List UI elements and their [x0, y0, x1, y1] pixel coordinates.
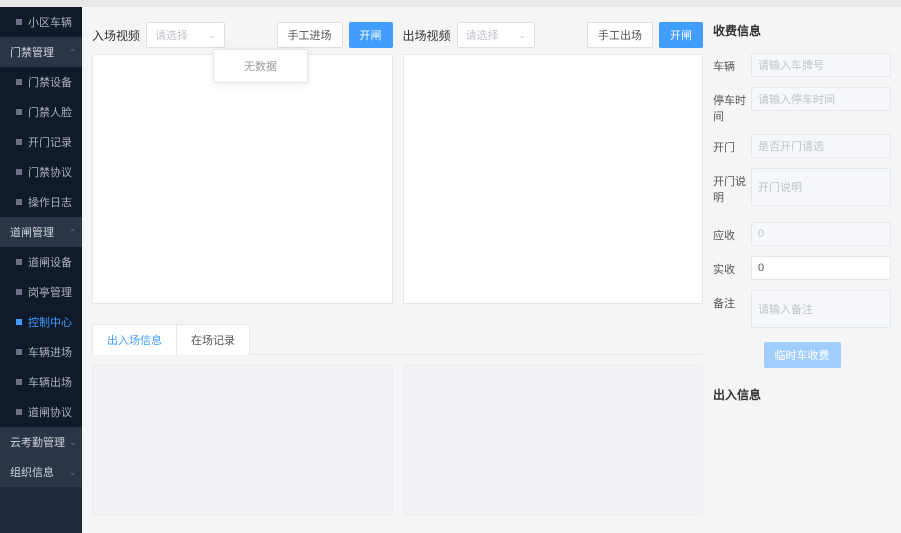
actual-input[interactable]: 0	[751, 256, 891, 280]
sidebar-item-label: 道闸设备	[28, 254, 72, 270]
video-in-box	[92, 54, 393, 304]
chevron-up-icon: ⌃	[69, 228, 76, 237]
sidebar-item-community-car[interactable]: 小区车辆	[0, 7, 82, 37]
video-out-select[interactable]: 请选择 ⌄	[457, 22, 535, 48]
sidebar-item-label: 小区车辆	[28, 14, 72, 30]
sidebar-item-label: 车辆进场	[28, 344, 72, 360]
chevron-down-icon: ⌄	[208, 30, 216, 41]
record-row	[92, 365, 703, 523]
tab-in-out-info[interactable]: 出入场信息	[92, 324, 177, 355]
chevron-down-icon: ⌄	[69, 468, 76, 477]
inout-info-title: 出入信息	[713, 386, 891, 403]
park-time-label: 停车时间	[713, 87, 751, 124]
sidebar-item-gate-device[interactable]: 道闸设备	[0, 247, 82, 277]
actual-label: 实收	[713, 256, 751, 277]
sidebar-item-label: 云考勤管理	[10, 434, 65, 450]
open-note-label: 开门说明	[713, 168, 751, 205]
remark-label: 备注	[713, 290, 751, 311]
sidebar-item-label: 门禁协议	[28, 164, 72, 180]
sidebar-item-op-log[interactable]: 操作日志	[0, 187, 82, 217]
sidebar-item-label: 操作日志	[28, 194, 72, 210]
sidebar-item-gate-protocol[interactable]: 道闸协议	[0, 397, 82, 427]
sidebar-item-label: 门禁人脸	[28, 104, 72, 120]
sidebar-item-cloud-attendance[interactable]: 云考勤管理 ⌄	[0, 427, 82, 457]
sidebar-item-label: 岗亭管理	[28, 284, 72, 300]
tab-present-record[interactable]: 在场记录	[177, 324, 250, 355]
main-content: 入场视频 请选择 ⌄ 手工进场 开闸 出场视频	[82, 7, 901, 533]
manual-in-button[interactable]: 手工进场	[277, 22, 343, 48]
sidebar-item-access-device[interactable]: 门禁设备	[0, 67, 82, 97]
manual-out-button[interactable]: 手工出场	[587, 22, 653, 48]
sidebar-item-control-center[interactable]: 控制中心	[0, 307, 82, 337]
record-in-box	[92, 365, 393, 515]
select-placeholder: 请选择	[466, 27, 499, 43]
sidebar-item-access-face[interactable]: 门禁人脸	[0, 97, 82, 127]
fee-info-title: 收费信息	[713, 22, 891, 39]
chevron-down-icon: ⌄	[69, 438, 76, 447]
sidebar-item-label: 车辆出场	[28, 374, 72, 390]
should-input[interactable]: 0	[751, 222, 891, 246]
sidebar-item-open-record[interactable]: 开门记录	[0, 127, 82, 157]
car-input[interactable]: 请输入车牌号	[751, 53, 891, 77]
park-time-input[interactable]: 请输入停车时间	[751, 87, 891, 111]
sidebar-item-gate-mgmt[interactable]: 道闸管理 ⌃	[0, 217, 82, 247]
open-label: 开门	[713, 134, 751, 155]
layout: 小区车辆 门禁管理 ⌃ 门禁设备 门禁人脸 开门记录 门禁协议 操作日志 道闸管理…	[0, 7, 901, 533]
select-placeholder: 请选择	[155, 27, 188, 43]
right-column: 收费信息 车辆 请输入车牌号 停车时间 请输入停车时间 开门 是否开门请选 开门…	[713, 10, 891, 523]
sidebar-item-label: 开门记录	[28, 134, 72, 150]
sidebar-item-car-out[interactable]: 车辆出场	[0, 367, 82, 397]
car-label: 车辆	[713, 53, 751, 74]
video-out-label: 出场视频	[403, 27, 451, 44]
sidebar-item-org-info[interactable]: 组织信息 ⌄	[0, 457, 82, 487]
sidebar-item-label: 道闸协议	[28, 404, 72, 420]
record-out-box	[403, 365, 704, 515]
tabs: 出入场信息 在场记录	[92, 324, 703, 355]
sidebar: 小区车辆 门禁管理 ⌃ 门禁设备 门禁人脸 开门记录 门禁协议 操作日志 道闸管理…	[0, 7, 82, 533]
chevron-down-icon: ⌄	[518, 30, 526, 41]
sidebar-item-label: 门禁设备	[28, 74, 72, 90]
sidebar-item-label: 控制中心	[28, 314, 72, 330]
remark-input[interactable]: 请输入备注	[751, 290, 891, 328]
open-gate-in-button[interactable]: 开闸	[349, 22, 393, 48]
dropdown-empty-text: 无数据	[244, 61, 277, 73]
temp-car-fee-button[interactable]: 临时车收费	[764, 342, 841, 368]
open-input[interactable]: 是否开门请选	[751, 134, 891, 158]
sidebar-item-access-protocol[interactable]: 门禁协议	[0, 157, 82, 187]
sidebar-item-label: 门禁管理	[10, 44, 54, 60]
select-dropdown-panel: 无数据	[213, 49, 308, 83]
chevron-up-icon: ⌃	[69, 48, 76, 57]
video-in-label: 入场视频	[92, 27, 140, 44]
sidebar-item-access-mgmt[interactable]: 门禁管理 ⌃	[0, 37, 82, 67]
should-label: 应收	[713, 222, 751, 243]
top-bar	[0, 0, 901, 7]
sidebar-item-booth-mgmt[interactable]: 岗亭管理	[0, 277, 82, 307]
video-out-column: 出场视频 请选择 ⌄ 手工出场 开闸	[403, 22, 704, 304]
sidebar-item-label: 道闸管理	[10, 224, 54, 240]
video-row: 入场视频 请选择 ⌄ 手工进场 开闸 出场视频	[92, 22, 703, 304]
open-gate-out-button[interactable]: 开闸	[659, 22, 703, 48]
video-out-box	[403, 54, 704, 304]
open-note-input[interactable]: 开门说明	[751, 168, 891, 206]
video-in-select[interactable]: 请选择 ⌄	[146, 22, 224, 48]
sidebar-item-label: 组织信息	[10, 464, 54, 480]
sidebar-item-car-in[interactable]: 车辆进场	[0, 337, 82, 367]
center-column: 入场视频 请选择 ⌄ 手工进场 开闸 出场视频	[92, 10, 703, 523]
